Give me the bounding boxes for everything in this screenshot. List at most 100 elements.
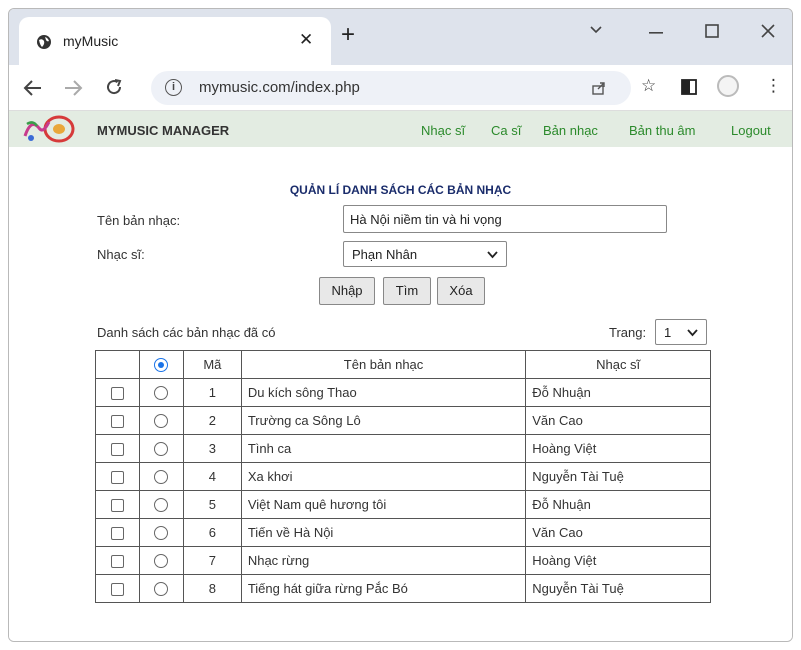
song-title-cell: Nhạc rừng — [240, 546, 527, 575]
row-checkbox-cell[interactable] — [95, 406, 140, 435]
song-composer-cell: Văn Cao — [525, 518, 711, 547]
row-radio-cell[interactable] — [138, 434, 184, 463]
page-label: Trang: — [609, 325, 647, 340]
share-icon[interactable] — [591, 80, 607, 96]
site-info-icon[interactable]: i — [165, 79, 182, 96]
songs-table: Mã Tên bản nhạc Nhạc sĩ 1 Du kích sông Th… — [95, 350, 711, 603]
add-button[interactable]: Nhập — [319, 277, 375, 305]
row-checkbox-cell[interactable] — [95, 490, 140, 519]
table-row[interactable]: 1 Du kích sông Thao Đỗ Nhuận — [95, 378, 711, 407]
row-radio[interactable] — [154, 554, 169, 569]
table-row[interactable]: 2 Trường ca Sông Lô Văn Cao — [95, 406, 711, 435]
tab-search-chevron-icon[interactable] — [589, 25, 603, 35]
browser-tab[interactable]: myMusic ✕ — [19, 17, 331, 65]
composer-selected-value: Phạn Nhân — [352, 247, 418, 262]
row-checkbox[interactable] — [110, 443, 124, 457]
address-bar[interactable]: i mymusic.com/index.php — [151, 71, 631, 105]
row-checkbox[interactable] — [110, 527, 124, 541]
table-row[interactable]: 6 Tiến về Hà Nội Văn Cao — [95, 518, 711, 547]
delete-button[interactable]: Xóa — [437, 277, 485, 305]
bookmark-star-icon[interactable]: ☆ — [641, 76, 656, 96]
row-checkbox[interactable] — [110, 415, 124, 429]
search-button[interactable]: Tìm — [383, 277, 431, 305]
select-all-radio[interactable] — [154, 358, 169, 373]
table-row[interactable]: 3 Tình ca Hoàng Việt — [95, 434, 711, 463]
row-radio[interactable] — [154, 386, 169, 401]
song-composer-cell: Đỗ Nhuận — [525, 490, 711, 519]
row-checkbox[interactable] — [110, 583, 124, 597]
song-id-cell: 2 — [182, 406, 242, 435]
table-row[interactable]: 7 Nhạc rừng Hoàng Việt — [95, 546, 711, 575]
row-radio[interactable] — [154, 414, 169, 429]
row-checkbox-cell[interactable] — [95, 462, 140, 491]
row-radio-cell[interactable] — [138, 518, 184, 547]
row-radio-cell[interactable] — [138, 490, 184, 519]
row-radio[interactable] — [154, 582, 169, 597]
more-menu-icon[interactable]: ⋮ — [765, 76, 782, 96]
profile-avatar[interactable] — [717, 75, 739, 97]
composer-select[interactable]: Phạn Nhân — [343, 241, 507, 267]
row-radio-cell[interactable] — [138, 378, 184, 407]
row-checkbox-cell[interactable] — [95, 434, 140, 463]
song-id-cell: 8 — [182, 574, 242, 603]
reload-icon[interactable] — [105, 78, 123, 96]
nav-link-logout[interactable]: Logout — [731, 123, 771, 138]
header-check-cell — [95, 350, 140, 379]
app-header: MYMUSIC MANAGER Nhạc sĩ Ca sĩ Bản nhạc B… — [9, 111, 792, 147]
song-id-cell: 3 — [182, 434, 242, 463]
row-checkbox-cell[interactable] — [95, 574, 140, 603]
page-select[interactable]: 1 — [655, 319, 707, 345]
song-title-cell: Tiến về Hà Nội — [240, 518, 527, 547]
row-radio[interactable] — [154, 498, 169, 513]
back-arrow-icon[interactable] — [23, 79, 43, 97]
close-tab-icon[interactable]: ✕ — [299, 30, 313, 50]
song-title-cell: Xa khơi — [240, 462, 527, 491]
tab-strip: myMusic ✕ + — [9, 9, 792, 65]
minimize-icon[interactable] — [649, 31, 663, 35]
globe-icon — [37, 35, 51, 49]
nav-link-songs[interactable]: Bản nhạc — [543, 123, 598, 138]
maximize-icon[interactable] — [705, 24, 719, 38]
forward-arrow-icon[interactable] — [63, 79, 83, 97]
song-name-input[interactable] — [343, 205, 667, 233]
row-checkbox[interactable] — [110, 555, 124, 569]
row-radio-cell[interactable] — [138, 574, 184, 603]
table-row[interactable]: 5 Việt Nam quê hương tôi Đỗ Nhuận — [95, 490, 711, 519]
browser-window: myMusic ✕ + i mymusic.com/index.php ☆ ⋮ … — [8, 8, 793, 642]
new-tab-icon[interactable]: + — [341, 23, 355, 47]
row-checkbox[interactable] — [110, 499, 124, 513]
chevron-down-icon — [687, 329, 698, 337]
song-id-cell: 1 — [182, 378, 242, 407]
row-radio-cell[interactable] — [138, 406, 184, 435]
mymusic-logo-icon — [23, 115, 75, 143]
row-radio-cell[interactable] — [138, 546, 184, 575]
row-radio[interactable] — [154, 526, 169, 541]
row-checkbox[interactable] — [110, 471, 124, 485]
chevron-down-icon — [487, 251, 498, 259]
nav-link-recordings[interactable]: Bản thu âm — [629, 123, 696, 138]
songs-table-body: 1 Du kích sông Thao Đỗ Nhuận 2 Trường ca Sôn… — [95, 378, 711, 603]
nav-link-composers[interactable]: Nhạc sĩ — [421, 123, 465, 138]
row-checkbox-cell[interactable] — [95, 378, 140, 407]
close-window-icon[interactable] — [761, 24, 775, 38]
row-radio[interactable] — [154, 442, 169, 457]
list-caption: Danh sách các bản nhạc đã có — [97, 325, 276, 340]
table-row[interactable]: 8 Tiếng hát giữa rừng Pắc Bó Nguyễn Tài Tu… — [95, 574, 711, 603]
row-radio[interactable] — [154, 470, 169, 485]
song-id-cell: 4 — [182, 462, 242, 491]
nav-link-singers[interactable]: Ca sĩ — [491, 123, 521, 138]
row-checkbox[interactable] — [110, 387, 124, 401]
table-header-row: Mã Tên bản nhạc Nhạc sĩ — [95, 350, 711, 379]
row-radio-cell[interactable] — [138, 462, 184, 491]
song-composer-cell: Đỗ Nhuận — [525, 378, 711, 407]
page-selected-value: 1 — [664, 325, 672, 340]
song-id-cell: 7 — [182, 546, 242, 575]
row-checkbox-cell[interactable] — [95, 518, 140, 547]
table-row[interactable]: 4 Xa khơi Nguyễn Tài Tuệ — [95, 462, 711, 491]
column-header-title: Tên bản nhạc — [240, 350, 527, 379]
side-panel-icon[interactable] — [681, 79, 697, 95]
page-title: QUẢN LÍ DANH SÁCH CÁC BẢN NHẠC — [289, 183, 512, 197]
header-radio-cell[interactable] — [138, 350, 184, 379]
row-checkbox-cell[interactable] — [95, 546, 140, 575]
song-composer-cell: Hoàng Việt — [525, 434, 711, 463]
